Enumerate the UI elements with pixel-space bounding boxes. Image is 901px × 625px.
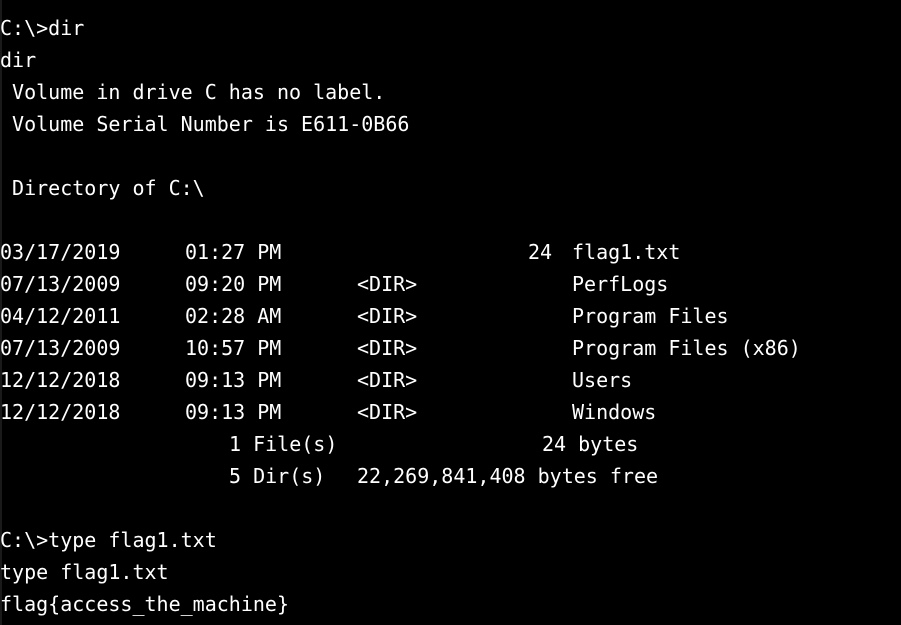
command-echo-line: type flag1.txt xyxy=(0,560,169,584)
listing-time: 09:13 PM xyxy=(185,368,282,392)
volume-label-line: Volume in drive C has no label. xyxy=(0,80,386,104)
directory-of-line: Directory of C:\ xyxy=(0,176,205,200)
volume-serial-line: Volume Serial Number is E611-0B66 xyxy=(0,112,410,136)
listing-row: 12/12/2018 09:13 PM <DIR> Windows xyxy=(0,396,901,428)
files-count: 1 File(s) xyxy=(229,432,338,456)
listing-time: 01:27 PM xyxy=(185,240,282,264)
listing-date: 12/12/2018 xyxy=(0,368,121,392)
listing-row: 03/17/2019 01:27 PM 24 flag1.txt xyxy=(0,236,901,268)
terminal-window[interactable]: C:\>dir dir Volume in drive C has no lab… xyxy=(0,0,901,625)
command-output-line: flag{access_the_machine} xyxy=(0,592,289,616)
files-bytes: 24 bytes xyxy=(542,432,639,456)
listing-time: 10:57 PM xyxy=(185,336,282,360)
listing-type: <DIR> xyxy=(357,336,418,360)
listing-type: <DIR> xyxy=(357,400,418,424)
dirs-bytes-free: 22,269,841,408 bytes free xyxy=(357,464,659,488)
listing-name: PerfLogs xyxy=(572,272,669,296)
listing-time: 02:28 AM xyxy=(185,304,282,328)
listing-size: 24 xyxy=(528,240,553,264)
listing-name: flag1.txt xyxy=(572,240,681,264)
listing-name: Program Files (x86) xyxy=(572,336,801,360)
listing-row: 12/12/2018 09:13 PM <DIR> Users xyxy=(0,364,901,396)
listing-name: Program Files xyxy=(572,304,729,328)
listing-row: 04/12/2011 02:28 AM <DIR> Program Files xyxy=(0,300,901,332)
listing-type: <DIR> xyxy=(357,304,418,328)
files-summary-line: 1 File(s) 24 bytes xyxy=(0,428,901,460)
listing-name: Windows xyxy=(572,400,657,424)
listing-date: 07/13/2009 xyxy=(0,336,121,360)
listing-date: 07/13/2009 xyxy=(0,272,121,296)
listing-name: Users xyxy=(572,368,633,392)
command-prompt-line: C:\>dir xyxy=(0,16,85,40)
listing-time: 09:13 PM xyxy=(185,400,282,424)
listing-date: 12/12/2018 xyxy=(0,400,121,424)
dirs-count: 5 Dir(s) xyxy=(229,464,326,488)
listing-type: <DIR> xyxy=(357,272,418,296)
listing-type: <DIR> xyxy=(357,368,418,392)
listing-row: 07/13/2009 09:20 PM <DIR> PerfLogs xyxy=(0,268,901,300)
listing-date: 04/12/2011 xyxy=(0,304,121,328)
dirs-summary-line: 5 Dir(s) 22,269,841,408 bytes free xyxy=(0,460,901,492)
listing-time: 09:20 PM xyxy=(185,272,282,296)
command-echo-line: dir xyxy=(0,48,37,72)
command-prompt-line: C:\>type flag1.txt xyxy=(0,528,217,552)
listing-date: 03/17/2019 xyxy=(0,240,121,264)
listing-row: 07/13/2009 10:57 PM <DIR> Program Files … xyxy=(0,332,901,364)
